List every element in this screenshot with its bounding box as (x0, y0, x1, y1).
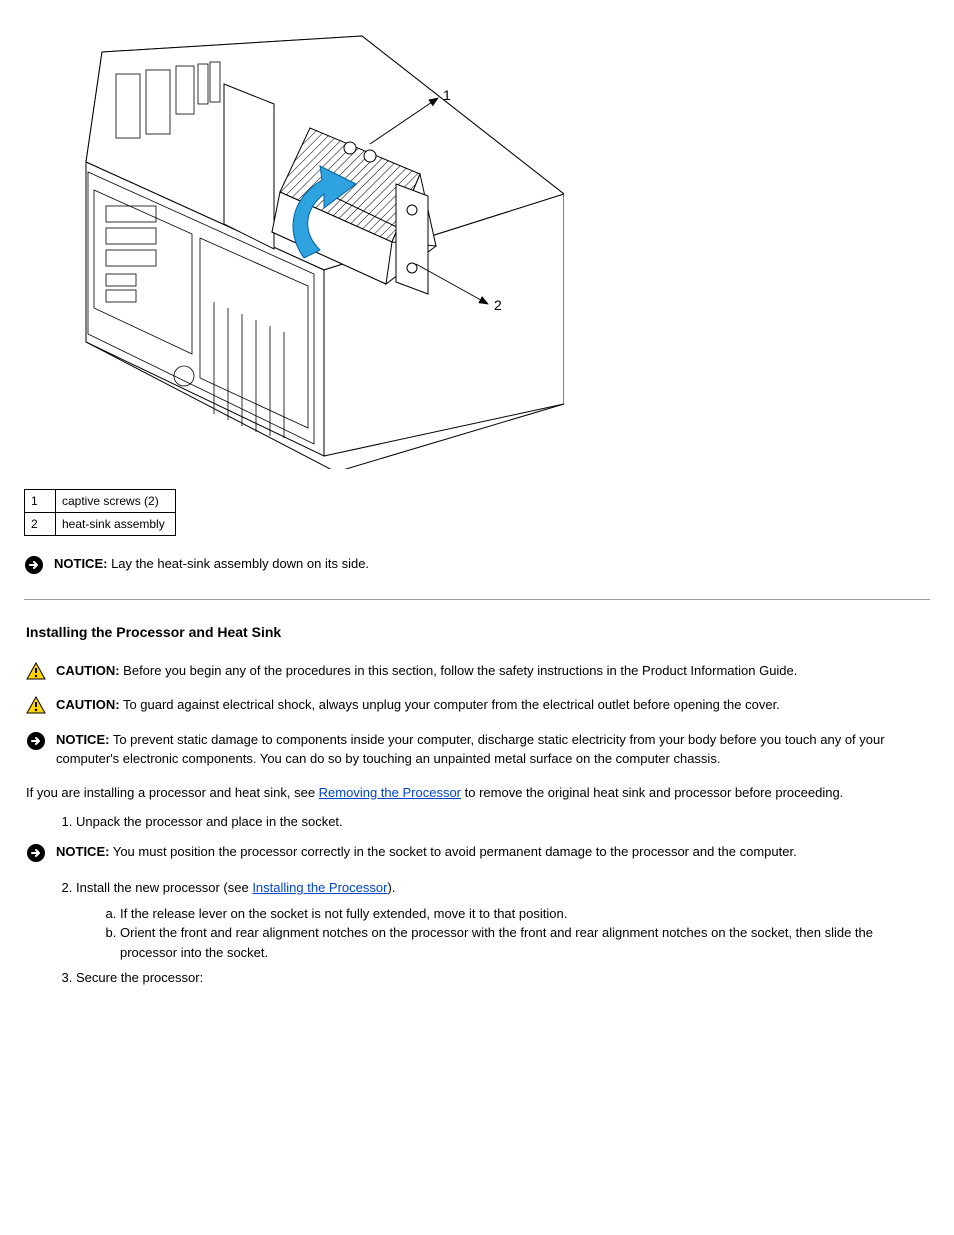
callout-row-num: 1 (25, 490, 56, 513)
callout-1-num: 1 (443, 87, 451, 103)
link-installing-processor[interactable]: Installing the Processor (252, 880, 387, 895)
substep-b: Orient the front and rear alignment notc… (120, 923, 930, 962)
callout-row-label: captive screws (2) (56, 490, 176, 513)
body-text-post: to remove the original heat sink and pro… (461, 785, 843, 800)
caution-lead: CAUTION: (56, 697, 120, 712)
callout-row-num: 2 (25, 513, 56, 536)
notice-body: You must position the processor correctl… (113, 844, 797, 859)
caution-body: Before you begin any of the procedures i… (123, 663, 797, 678)
caution-text: CAUTION: To guard against electrical sho… (56, 695, 930, 715)
caution-lead: CAUTION: (56, 663, 120, 678)
caution-text: CAUTION: Before you begin any of the pro… (56, 661, 930, 681)
caution-safety: CAUTION: Before you begin any of the pro… (26, 661, 930, 686)
notice-body: To prevent static damage to components i… (56, 732, 885, 767)
section-title: Installing the Processor and Heat Sink (26, 622, 930, 643)
step-3: Secure the processor: (76, 968, 930, 988)
notice-lay-heat-sink: NOTICE: Lay the heat-sink assembly down … (24, 554, 930, 581)
caution-body: To guard against electrical shock, alway… (123, 697, 780, 712)
notice-lead: NOTICE: (56, 732, 109, 747)
figure-heat-sink: 1 2 (24, 24, 930, 469)
substep-a: If the release lever on the socket is no… (120, 904, 930, 924)
notice-static: NOTICE: To prevent static damage to comp… (26, 730, 930, 769)
notice-text: NOTICE: To prevent static damage to comp… (56, 730, 930, 769)
notice-text: NOTICE: You must position the processor … (56, 842, 930, 862)
notice-lead: NOTICE: (56, 844, 109, 859)
step-2-pre: Install the new processor (see (76, 880, 252, 895)
notice-icon (24, 555, 44, 581)
diagram-svg: 1 2 (24, 24, 564, 469)
body-paragraph: If you are installing a processor and he… (26, 783, 930, 803)
step-1: Unpack the processor and place in the so… (76, 812, 930, 832)
link-removing-processor[interactable]: Removing the Processor (319, 785, 461, 800)
callout-table: 1 captive screws (2) 2 heat-sink assembl… (24, 489, 176, 536)
caution-icon (26, 662, 46, 686)
callout-2-num: 2 (494, 297, 502, 313)
step-2-post: ). (387, 880, 395, 895)
notice-icon (26, 731, 46, 757)
notice-body: Lay the heat-sink assembly down on its s… (111, 556, 369, 571)
notice-icon (26, 843, 46, 869)
section-divider (24, 599, 930, 600)
caution-shock: CAUTION: To guard against electrical sho… (26, 695, 930, 720)
notice-lead: NOTICE: (54, 556, 107, 571)
notice-text: NOTICE: Lay the heat-sink assembly down … (54, 554, 930, 574)
caution-icon (26, 696, 46, 720)
callout-row-label: heat-sink assembly (56, 513, 176, 536)
body-text-pre: If you are installing a processor and he… (26, 785, 319, 800)
step-2: Install the new processor (see Installin… (76, 878, 930, 962)
notice-position: NOTICE: You must position the processor … (26, 842, 930, 869)
